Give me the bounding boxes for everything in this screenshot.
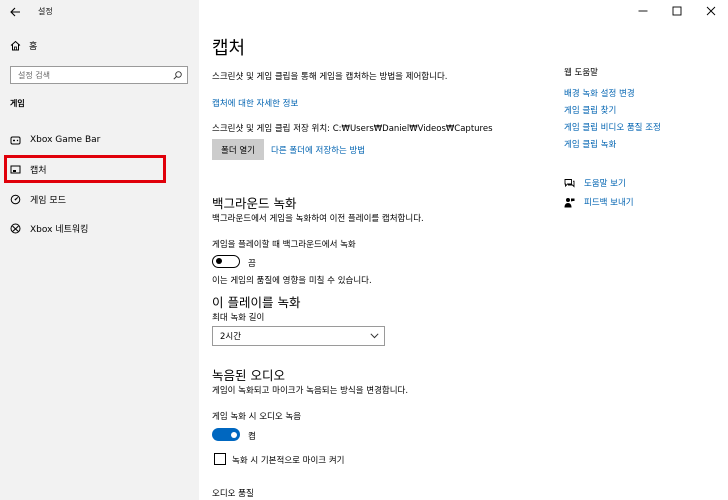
record-audio-label: 게임 녹화 시 오디오 녹음 xyxy=(212,412,302,422)
page-title: 캡처 xyxy=(212,38,246,59)
get-help-label: 도움말 보기 xyxy=(584,179,626,189)
section-label-gaming: 게임 xyxy=(10,99,25,108)
feedback-link[interactable]: 피드백 보내기 xyxy=(564,196,634,208)
mic-default-label: 녹화 시 기본적으로 마이크 켜기 xyxy=(232,456,345,466)
close-button[interactable] xyxy=(694,0,728,22)
help-link-video-quality[interactable]: 게임 클립 비디오 품질 조정 xyxy=(564,121,661,133)
background-recording-note: 이는 게임의 품질에 영향을 미칠 수 있습니다. xyxy=(212,276,372,286)
help-chat-icon xyxy=(564,179,575,188)
audio-quality-label: 오디오 품질 xyxy=(212,489,254,499)
sidebar-item-label: Xbox 네트워킹 xyxy=(30,224,89,235)
web-help-heading: 웹 도움말 xyxy=(564,68,598,78)
background-recording-desc: 백그라운드에서 게임을 녹화하여 이전 플레이를 캡처합니다. xyxy=(212,214,424,224)
get-help-link[interactable]: 도움말 보기 xyxy=(564,177,626,189)
search-icon[interactable] xyxy=(173,70,182,80)
toggle-knob xyxy=(216,258,222,264)
minimize-icon xyxy=(638,10,648,12)
xbox-icon xyxy=(10,223,21,233)
selected-indicator xyxy=(4,163,7,175)
move-folder-link[interactable]: 다른 폴더에 저장하는 방법 xyxy=(271,144,365,156)
sidebar: 설정 홈 게임 Xbox Game Bar 캡처 게임 모드 Xbox 네트워킹 xyxy=(0,0,199,500)
help-link-record-clip[interactable]: 게임 클립 녹화 xyxy=(564,138,616,150)
mic-default-checkbox[interactable] xyxy=(214,453,226,465)
minimize-button[interactable] xyxy=(626,0,660,22)
xbox-game-bar-icon xyxy=(10,136,21,144)
sidebar-item-label: 캡처 xyxy=(30,165,47,176)
help-link-background-settings[interactable]: 배경 녹화 설정 변경 xyxy=(564,87,635,99)
home-link[interactable]: 홈 xyxy=(10,39,37,52)
background-recording-toggle[interactable] xyxy=(212,255,240,268)
save-location-text: 스크린샷 및 게임 클립 저장 위치: C:₩Users₩Daniel₩Vide… xyxy=(212,124,493,134)
titlebar: 설정 xyxy=(0,0,199,24)
main-content: 캡처 스크린샷 및 게임 클립을 통해 게임을 캡처하는 방법을 제어합니다. … xyxy=(199,0,728,500)
max-recording-select[interactable]: 2시간 xyxy=(212,326,385,346)
sidebar-item-xbox-game-bar[interactable]: Xbox Game Bar xyxy=(4,126,166,154)
game-mode-icon xyxy=(10,194,21,204)
intro-text: 스크린샷 및 게임 클립을 통해 게임을 캡처하는 방법을 제어합니다. xyxy=(212,72,448,82)
toggle-knob xyxy=(231,431,237,438)
search-box[interactable] xyxy=(10,66,188,84)
background-recording-state: 끔 xyxy=(248,259,256,269)
max-recording-label: 최대 녹화 길이 xyxy=(212,313,265,323)
app-title: 설정 xyxy=(38,7,53,16)
chevron-down-icon xyxy=(370,333,379,339)
record-that-heading: 이 플레이를 녹화 xyxy=(212,295,301,310)
help-link-find-clips[interactable]: 게임 클립 찾기 xyxy=(564,104,616,116)
back-button[interactable] xyxy=(6,4,24,20)
recorded-audio-desc: 게임이 녹화되고 마이크가 녹음되는 방식을 변경합니다. xyxy=(212,386,409,396)
sidebar-item-captures[interactable]: 캡처 xyxy=(4,155,166,183)
more-info-link[interactable]: 캡처에 대한 자세한 정보 xyxy=(212,97,298,109)
sidebar-item-xbox-networking[interactable]: Xbox 네트워킹 xyxy=(4,214,166,242)
max-recording-value: 2시간 xyxy=(220,332,242,342)
background-recording-heading: 백그라운드 녹화 xyxy=(212,196,297,211)
open-folder-button[interactable]: 폴더 열기 xyxy=(212,139,264,160)
record-audio-toggle[interactable] xyxy=(212,428,240,441)
window-controls xyxy=(626,0,728,24)
sidebar-item-label: Xbox Game Bar xyxy=(30,135,101,145)
maximize-button[interactable] xyxy=(660,0,694,22)
home-icon xyxy=(10,40,21,51)
home-label: 홈 xyxy=(29,42,38,52)
sidebar-item-label: 게임 모드 xyxy=(30,195,66,206)
feedback-label: 피드백 보내기 xyxy=(584,198,634,208)
back-arrow-icon xyxy=(9,7,20,17)
close-icon xyxy=(706,6,716,16)
captures-icon xyxy=(10,165,21,173)
recorded-audio-heading: 녹음된 오디오 xyxy=(212,368,285,383)
background-recording-label: 게임을 플레이할 때 백그라운드에서 녹화 xyxy=(212,240,356,250)
record-audio-state: 켬 xyxy=(248,432,256,442)
maximize-icon xyxy=(672,6,682,16)
feedback-person-icon xyxy=(564,197,575,207)
sidebar-item-game-mode[interactable]: 게임 모드 xyxy=(4,185,166,213)
search-input[interactable] xyxy=(18,70,158,80)
